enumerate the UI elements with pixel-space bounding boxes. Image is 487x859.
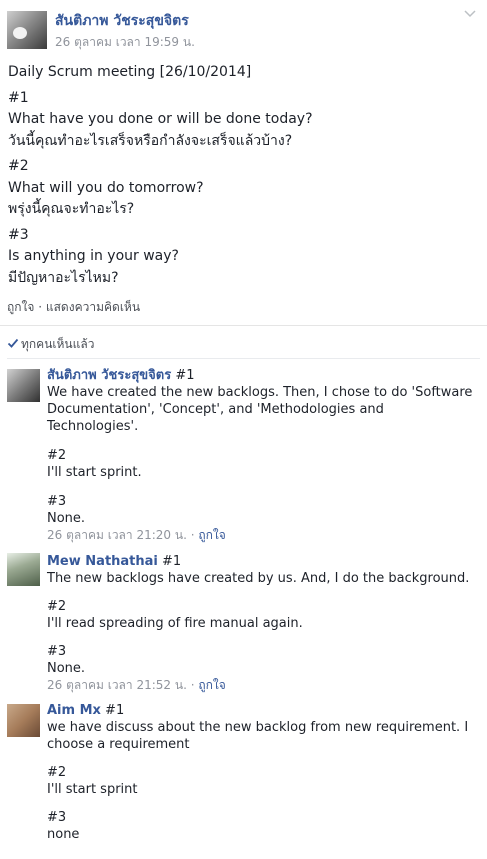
comment-text: I'll start sprint xyxy=(47,782,138,797)
comment-text: The new backlogs have created by us. And… xyxy=(47,571,470,586)
meta-separator: · xyxy=(186,678,199,692)
seen-bar[interactable]: ทุกคนเห็นแล้ว xyxy=(0,326,487,358)
post-body: Daily Scrum meeting [26/10/2014] #1 What… xyxy=(0,52,487,289)
post-line: Daily Scrum meeting [26/10/2014] xyxy=(8,64,252,80)
post-author-name[interactable]: สันติภาพ วัชระสุขจิตร xyxy=(55,10,189,32)
comment-text: I'll start sprint. xyxy=(47,465,142,480)
post-header: สันติภาพ วัชระสุขจิตร 26 ตุลาคม เวลา 19:… xyxy=(0,0,487,52)
comment-text: #3 xyxy=(47,644,67,659)
post-line: What will you do tomorrow? xyxy=(8,179,204,196)
action-separator: · xyxy=(34,300,46,314)
comment: สันติภาพ วัชระสุขจิตร #1 We have created… xyxy=(0,367,487,544)
comment-text: #2 xyxy=(47,765,67,780)
author-avatar[interactable] xyxy=(7,11,47,49)
comment-text: Technologies'. xyxy=(47,419,139,434)
comment-text: #2 xyxy=(47,448,67,463)
comment-text: None. xyxy=(47,661,86,676)
post-line: พรุ่งนี้คุณจะทำอะไร? xyxy=(8,201,135,217)
checkmark-icon xyxy=(7,338,19,348)
comment-like-link[interactable]: ถูกใจ xyxy=(198,528,225,542)
comment-text: None. xyxy=(47,511,86,526)
chevron-down-icon[interactable] xyxy=(463,7,477,21)
post-line: วันนี้คุณทำอะไรเสร็จหรือกำลังจะเสร็จแล้ว… xyxy=(8,132,293,149)
comment-text: none xyxy=(47,827,80,842)
comment-meta: 26 ตุลาคม เวลา 21:52 น. · ถูกใจ xyxy=(47,677,487,694)
like-link[interactable]: ถูกใจ xyxy=(7,300,34,314)
post-timestamp[interactable]: 26 ตุลาคม เวลา 19:59 น. xyxy=(55,33,195,52)
comment-author[interactable]: Mew Nathathai xyxy=(47,554,158,569)
comment-timestamp[interactable]: 26 ตุลาคม เวลา 21:52 น. xyxy=(47,678,187,692)
post-line: #1 xyxy=(8,89,29,106)
comment-timestamp[interactable]: 26 ตุลาคม เวลา 21:20 น. xyxy=(47,528,187,542)
post-line: #2 xyxy=(8,158,29,174)
comment-text: we have discuss about the new backlog fr… xyxy=(47,720,469,735)
comments-divider xyxy=(7,358,480,359)
post-card: สันติภาพ วัชระสุขจิตร 26 ตุลาคม เวลา 19:… xyxy=(0,0,487,843)
comment-author[interactable]: สันติภาพ วัชระสุขจิตร xyxy=(47,368,171,383)
meta-separator: · xyxy=(186,528,199,542)
post-line: Is anything in your way? xyxy=(8,248,179,264)
comment: Mew Nathathai #1 The new backlogs have c… xyxy=(0,553,487,694)
post-line: What have you done or will be done today… xyxy=(8,111,313,127)
comment-text: #1 xyxy=(171,368,195,383)
post-actions: ถูกใจ · แสดงความคิดเห็น xyxy=(0,289,487,320)
comment-text: Documentation', 'Concept', and 'Methodol… xyxy=(47,402,384,417)
comment-text: #1 xyxy=(100,703,125,718)
comment-text: choose a requirement xyxy=(47,737,190,752)
comment-avatar[interactable] xyxy=(7,704,40,737)
comment: Aim Mx #1 we have discuss about the new … xyxy=(0,702,487,843)
post-line: มีปัญหาอะไรไหม? xyxy=(8,269,119,286)
comment-meta: 26 ตุลาคม เวลา 21:20 น. · ถูกใจ xyxy=(47,527,487,544)
comment-link[interactable]: แสดงความคิดเห็น xyxy=(46,300,140,314)
comment-avatar[interactable] xyxy=(7,553,40,586)
seen-label: ทุกคนเห็นแล้ว xyxy=(21,337,95,351)
comment-text: #1 xyxy=(157,554,182,569)
comment-text: #2 xyxy=(47,599,67,614)
comment-avatar[interactable] xyxy=(7,369,40,402)
comment-text: #3 xyxy=(47,810,67,825)
comment-author[interactable]: Aim Mx xyxy=(47,703,101,718)
comment-text: I'll read spreading of fire manual again… xyxy=(47,616,303,631)
comment-text: #3 xyxy=(47,494,67,509)
post-line: #3 xyxy=(8,226,29,243)
comment-text: We have created the new backlogs. Then, … xyxy=(47,385,473,400)
comment-like-link[interactable]: ถูกใจ xyxy=(198,678,225,692)
